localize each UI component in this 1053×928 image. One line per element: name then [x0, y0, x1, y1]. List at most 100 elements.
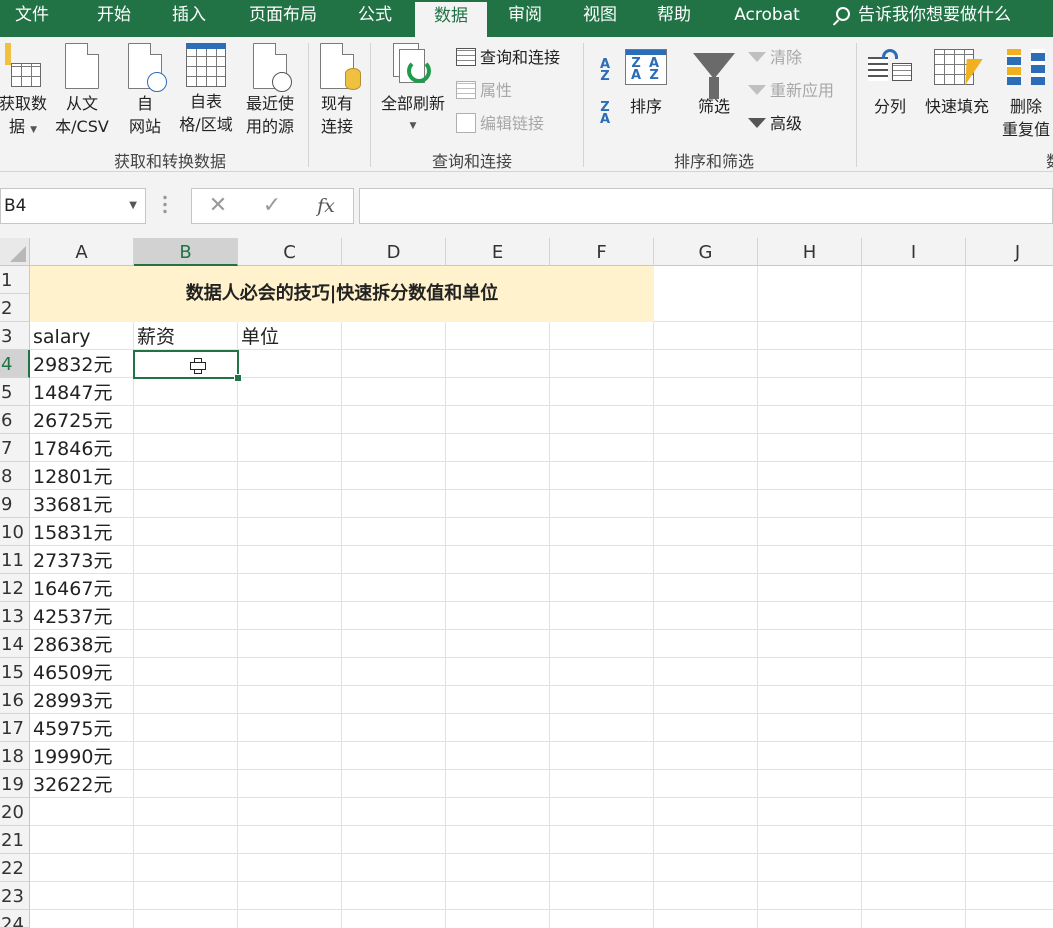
tab-insert[interactable]: 插入: [157, 0, 221, 37]
chevron-down-icon: ▼: [30, 125, 38, 135]
row-header[interactable]: 21: [0, 826, 30, 854]
cell-c3[interactable]: 单位: [238, 322, 279, 350]
row-header[interactable]: 23: [0, 882, 30, 910]
tab-acrobat[interactable]: Acrobat: [724, 0, 810, 37]
salary-cell[interactable]: 28993元: [30, 686, 112, 714]
tab-page-layout[interactable]: 页面布局: [236, 0, 330, 37]
column-header-e[interactable]: E: [446, 238, 550, 266]
insert-function-icon[interactable]: fx: [306, 189, 346, 223]
salary-cell[interactable]: 28638元: [30, 630, 112, 658]
row-header[interactable]: 20: [0, 798, 30, 826]
salary-cell[interactable]: 17846元: [30, 434, 112, 462]
formula-input[interactable]: [359, 188, 1053, 224]
confirm-entry-icon[interactable]: ✓: [252, 189, 292, 223]
select-all-button[interactable]: [0, 238, 30, 266]
salary-cell[interactable]: 33681元: [30, 490, 112, 518]
remove-duplicates-button[interactable]: 删除 重复值: [996, 49, 1053, 141]
recent-sources-button[interactable]: 最近使 用的源: [240, 43, 300, 138]
row-header[interactable]: 24: [0, 910, 30, 928]
sort-ascending-button[interactable]: AZ: [594, 58, 616, 83]
column-header-f[interactable]: F: [550, 238, 654, 266]
cancel-entry-icon[interactable]: ✕: [198, 189, 238, 223]
flash-fill-button[interactable]: 快速填充: [918, 49, 996, 118]
row-header[interactable]: 8: [0, 462, 30, 490]
column-header-j[interactable]: J: [966, 238, 1053, 266]
from-text-csv-button[interactable]: 从文 本/CSV: [50, 43, 114, 138]
tab-file[interactable]: 文件: [0, 0, 64, 37]
refresh-all-button[interactable]: 全部刷新 ▼: [374, 43, 452, 138]
row-header[interactable]: 17: [0, 714, 30, 742]
tab-data[interactable]: 数据: [415, 2, 487, 37]
reapply-label: 重新应用: [770, 81, 835, 100]
salary-cell[interactable]: 16467元: [30, 574, 112, 602]
row-header[interactable]: 7: [0, 434, 30, 462]
salary-cell[interactable]: 19990元: [30, 742, 112, 770]
web-page-icon: [128, 43, 167, 92]
salary-cell[interactable]: 14847元: [30, 378, 112, 406]
row-header[interactable]: 16: [0, 686, 30, 714]
advanced-filter-button[interactable]: 高级: [748, 111, 802, 137]
text-to-columns-button[interactable]: 分列: [866, 49, 914, 118]
salary-cell[interactable]: 12801元: [30, 462, 112, 490]
active-cell-b4[interactable]: [133, 350, 242, 382]
salary-cell[interactable]: 26725元: [30, 406, 112, 434]
tab-help[interactable]: 帮助: [642, 0, 706, 37]
row-header[interactable]: 5: [0, 378, 30, 406]
clear-filter-button[interactable]: 清除: [748, 45, 802, 71]
row-header[interactable]: 15: [0, 658, 30, 686]
tab-home[interactable]: 开始: [82, 0, 146, 37]
queries-connections-button[interactable]: 查询和连接: [456, 45, 560, 71]
from-web-button[interactable]: 自 网站: [120, 43, 170, 138]
salary-cell[interactable]: 32622元: [30, 770, 112, 798]
tell-me-box[interactable]: 告诉我你想要做什么: [836, 0, 1011, 37]
column-header-d[interactable]: D: [342, 238, 446, 266]
row-header[interactable]: 22: [0, 854, 30, 882]
from-table-range-button[interactable]: 自表 格/区域: [172, 43, 240, 136]
sheet-title-cell[interactable]: 数据人必会的技巧|快速拆分数值和单位: [30, 266, 654, 322]
column-header-i[interactable]: I: [862, 238, 966, 266]
cell-b3[interactable]: 薪资: [134, 322, 175, 350]
row-header[interactable]: 13: [0, 602, 30, 630]
salary-cell[interactable]: 46509元: [30, 658, 112, 686]
row-header[interactable]: 3: [0, 322, 30, 350]
tab-formulas[interactable]: 公式: [343, 0, 407, 37]
column-header-a[interactable]: A: [30, 238, 134, 266]
row-header[interactable]: 4: [0, 350, 30, 378]
tab-review[interactable]: 审阅: [494, 0, 556, 37]
chevron-down-icon[interactable]: ▼: [129, 189, 137, 223]
salary-cell[interactable]: 45975元: [30, 714, 112, 742]
column-header-b[interactable]: B: [134, 238, 238, 266]
row-header[interactable]: 9: [0, 490, 30, 518]
salary-cell[interactable]: 15831元: [30, 518, 112, 546]
text-to-columns-label: 分列: [873, 97, 906, 116]
salary-cell[interactable]: 42537元: [30, 602, 112, 630]
row-header[interactable]: 14: [0, 630, 30, 658]
cell-a3[interactable]: salary: [30, 322, 91, 350]
row-header[interactable]: 10: [0, 518, 30, 546]
filter-button[interactable]: 筛选: [692, 49, 736, 118]
existing-connections-button[interactable]: 现有 连接: [312, 43, 362, 138]
row-header[interactable]: 2: [0, 294, 30, 322]
salary-cell[interactable]: 29832元: [30, 350, 112, 378]
name-box[interactable]: B4 ▼: [0, 188, 146, 224]
edit-links-button[interactable]: 编辑链接: [456, 111, 544, 137]
row-header[interactable]: 18: [0, 742, 30, 770]
queries-connections-label: 查询和连接: [480, 48, 561, 67]
sort-descending-button[interactable]: ZA: [594, 101, 616, 126]
properties-button[interactable]: 属性: [456, 78, 512, 104]
column-header-h[interactable]: H: [758, 238, 862, 266]
get-data-button[interactable]: 获取数 据 ▼: [0, 43, 52, 142]
row-header[interactable]: 1: [0, 266, 30, 294]
row-header[interactable]: 19: [0, 770, 30, 798]
search-icon: [836, 7, 850, 21]
salary-cell[interactable]: 27373元: [30, 546, 112, 574]
row-header[interactable]: 6: [0, 406, 30, 434]
sort-button[interactable]: ZA AZ 排序: [622, 49, 670, 118]
column-header-c[interactable]: C: [238, 238, 342, 266]
reapply-button[interactable]: 重新应用: [748, 78, 834, 104]
tab-view[interactable]: 视图: [568, 0, 632, 37]
column-header-g[interactable]: G: [654, 238, 758, 266]
row-header[interactable]: 12: [0, 574, 30, 602]
formula-bar-resize-handle[interactable]: [163, 194, 167, 214]
row-header[interactable]: 11: [0, 546, 30, 574]
